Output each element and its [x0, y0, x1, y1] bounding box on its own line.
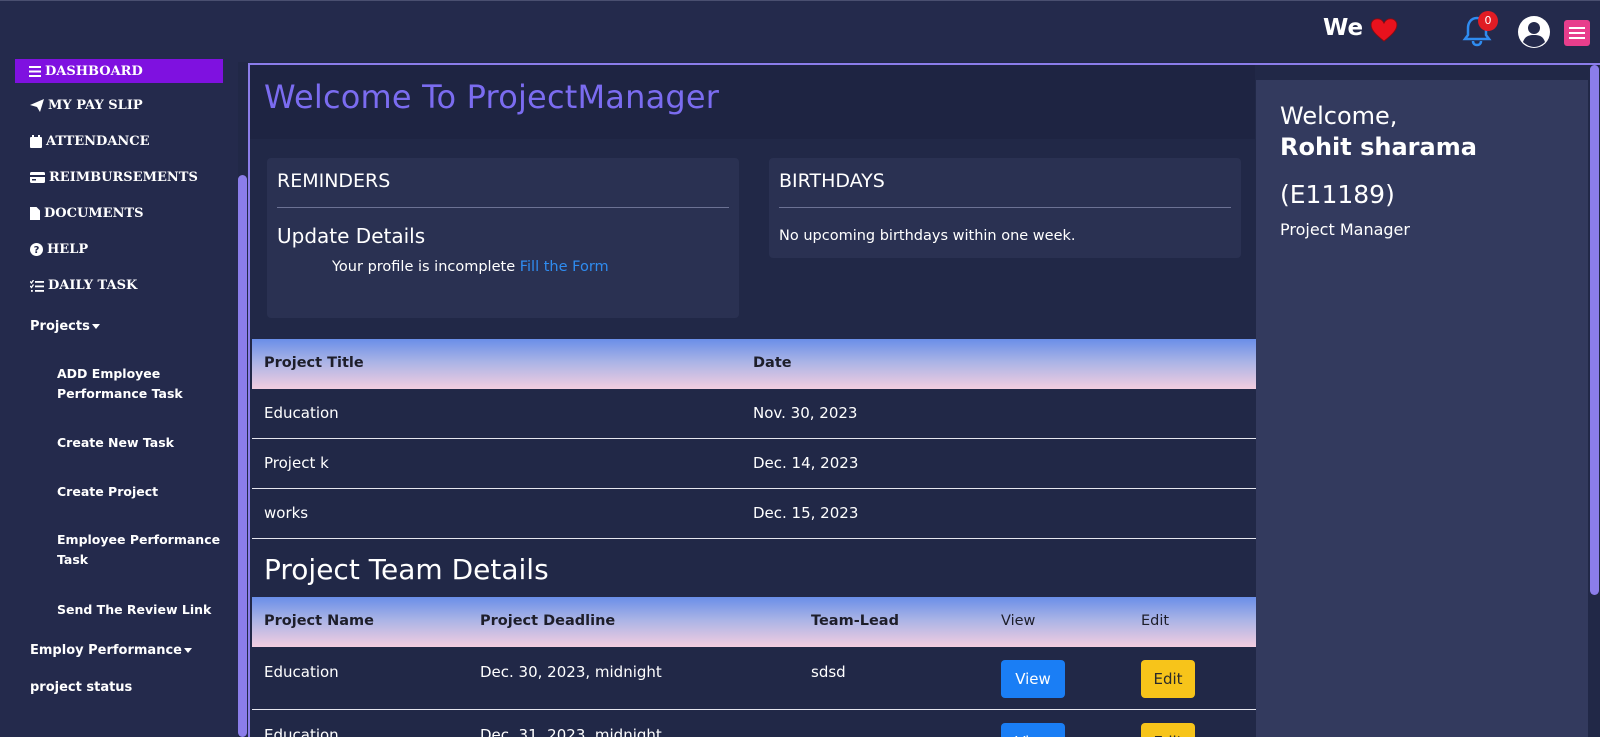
view-button[interactable]: View: [1001, 723, 1065, 737]
sidebar-item-documents[interactable]: DOCUMENTS: [30, 206, 144, 221]
projects-table-header: Project Title Date: [252, 339, 1256, 389]
view-button[interactable]: View: [1001, 660, 1065, 698]
sidebar-employ-performance-dropdown[interactable]: Employ Performance: [30, 643, 192, 658]
sidebar-subitem-create-new-task[interactable]: Create New Task: [57, 433, 227, 453]
team-table-header: Project Name Project Deadline Team-Lead …: [252, 597, 1256, 647]
sidebar-item-help[interactable]: ? HELP: [30, 242, 88, 257]
calendar-icon: [30, 135, 42, 148]
sidebar-subitem-create-project[interactable]: Create Project: [57, 482, 227, 502]
sidebar-item-my-pay-slip[interactable]: MY PAY SLIP: [30, 98, 143, 113]
team-deadline-cell: Dec. 30, 2023, midnight: [480, 663, 662, 681]
team-project-name-cell: Education: [264, 726, 339, 737]
birthdays-card: BIRTHDAYS No upcoming birthdays within o…: [769, 158, 1241, 258]
main-scrollbar[interactable]: [1590, 65, 1599, 595]
question-circle-icon: ?: [30, 243, 43, 256]
sidebar-subitem-send-review-link[interactable]: Send The Review Link: [57, 600, 227, 620]
birthdays-title: BIRTHDAYS: [779, 170, 885, 192]
sidebar-item-project-status[interactable]: project status: [30, 680, 132, 695]
table-row: Education Nov. 30, 2023: [252, 389, 1256, 439]
team-deadline-cell: Dec. 31, 2023, midnight: [480, 726, 662, 737]
sidebar-item-label: Employ Performance: [30, 643, 182, 658]
edit-button[interactable]: Edit: [1141, 723, 1195, 737]
sidebar-item-label: DASHBOARD: [45, 63, 143, 79]
reminders-title: REMINDERS: [277, 170, 391, 192]
profile-name: Rohit sharama: [1280, 133, 1477, 161]
column-header: Project Name: [264, 613, 374, 629]
sidebar-item-attendance[interactable]: ATTENDANCE: [30, 134, 150, 149]
column-header: View: [1001, 613, 1036, 629]
caret-down-icon: [91, 324, 100, 329]
profile-greeting: Welcome,: [1280, 102, 1398, 130]
project-title-cell: works: [264, 504, 309, 522]
sidebar-scrollbar[interactable]: [238, 175, 247, 737]
table-row: Project k Dec. 14, 2023: [252, 439, 1256, 489]
project-date-cell: Nov. 30, 2023: [753, 404, 858, 422]
file-icon: [30, 207, 40, 220]
sidebar-projects-dropdown[interactable]: Projects: [30, 319, 100, 334]
project-title-cell: Education: [264, 404, 339, 422]
profile-employee-id: (E11189): [1280, 180, 1395, 209]
sidebar-item-label: DAILY TASK: [48, 278, 138, 293]
sidebar-item-dashboard[interactable]: DASHBOARD: [15, 59, 223, 83]
divider: [277, 207, 729, 208]
notification-badge: 0: [1478, 11, 1498, 31]
team-section-title: Project Team Details: [264, 553, 549, 586]
sidebar-item-label: HELP: [47, 242, 89, 257]
project-title-cell: Project k: [264, 454, 329, 472]
brand-text: We: [1323, 15, 1364, 41]
list-check-icon: [30, 279, 44, 292]
table-row: Education Dec. 31, 2023, midnight View E…: [252, 710, 1256, 737]
sidebar-item-label: DOCUMENTS: [44, 206, 144, 221]
reminder-text: Your profile is incomplete: [332, 259, 516, 275]
profile-panel: Welcome, Rohit sharama (E11189) Project …: [1256, 80, 1588, 737]
reminders-message: Your profile is incomplete Fill the Form: [332, 259, 609, 275]
reminders-card: REMINDERS Update Details Your profile is…: [267, 158, 739, 318]
reminders-subtitle: Update Details: [277, 224, 426, 248]
caret-down-icon: [183, 648, 192, 653]
birthdays-message: No upcoming birthdays within one week.: [779, 228, 1076, 244]
project-date-cell: Dec. 14, 2023: [753, 454, 859, 472]
sidebar-item-daily-task[interactable]: DAILY TASK: [30, 278, 137, 293]
column-header: Date: [753, 355, 792, 371]
sidebar-item-reimbursements[interactable]: REIMBURSEMENTS: [30, 170, 198, 185]
sidebar-item-label: ATTENDANCE: [46, 134, 150, 149]
project-date-cell: Dec. 15, 2023: [753, 504, 859, 522]
column-header: Project Deadline: [480, 613, 616, 629]
sidebar-subitem-add-employee-performance-task[interactable]: ADD Employee Performance Task: [57, 364, 227, 404]
column-header: Project Title: [264, 355, 364, 371]
paper-plane-icon: [30, 99, 44, 112]
sidebar-item-label: REIMBURSEMENTS: [49, 170, 198, 185]
credit-card-icon: [30, 172, 45, 183]
fill-form-link[interactable]: Fill the Form: [520, 259, 609, 275]
column-header: Edit: [1141, 613, 1170, 629]
table-row: Education Dec. 30, 2023, midnight sdsd V…: [252, 647, 1256, 710]
bars-icon: [29, 65, 41, 77]
user-circle-icon[interactable]: [1517, 15, 1551, 49]
table-row: works Dec. 15, 2023: [252, 489, 1256, 539]
divider: [779, 207, 1231, 208]
column-header: Team-Lead: [811, 613, 899, 629]
sidebar-item-label: MY PAY SLIP: [48, 98, 143, 113]
svg-text:?: ?: [34, 245, 40, 256]
top-navbar: We 0: [0, 0, 1600, 62]
page-title: Welcome To ProjectManager: [264, 78, 720, 116]
sidebar-subitem-employee-performance-task[interactable]: Employee Performance Task: [57, 530, 227, 570]
hamburger-icon[interactable]: [1564, 20, 1590, 46]
edit-button[interactable]: Edit: [1141, 660, 1195, 698]
profile-role: Project Manager: [1280, 220, 1410, 239]
team-lead-cell: sdsd: [811, 663, 846, 681]
sidebar-item-label: Projects: [30, 319, 90, 334]
team-project-name-cell: Education: [264, 663, 339, 681]
heart-icon: [1370, 18, 1398, 42]
